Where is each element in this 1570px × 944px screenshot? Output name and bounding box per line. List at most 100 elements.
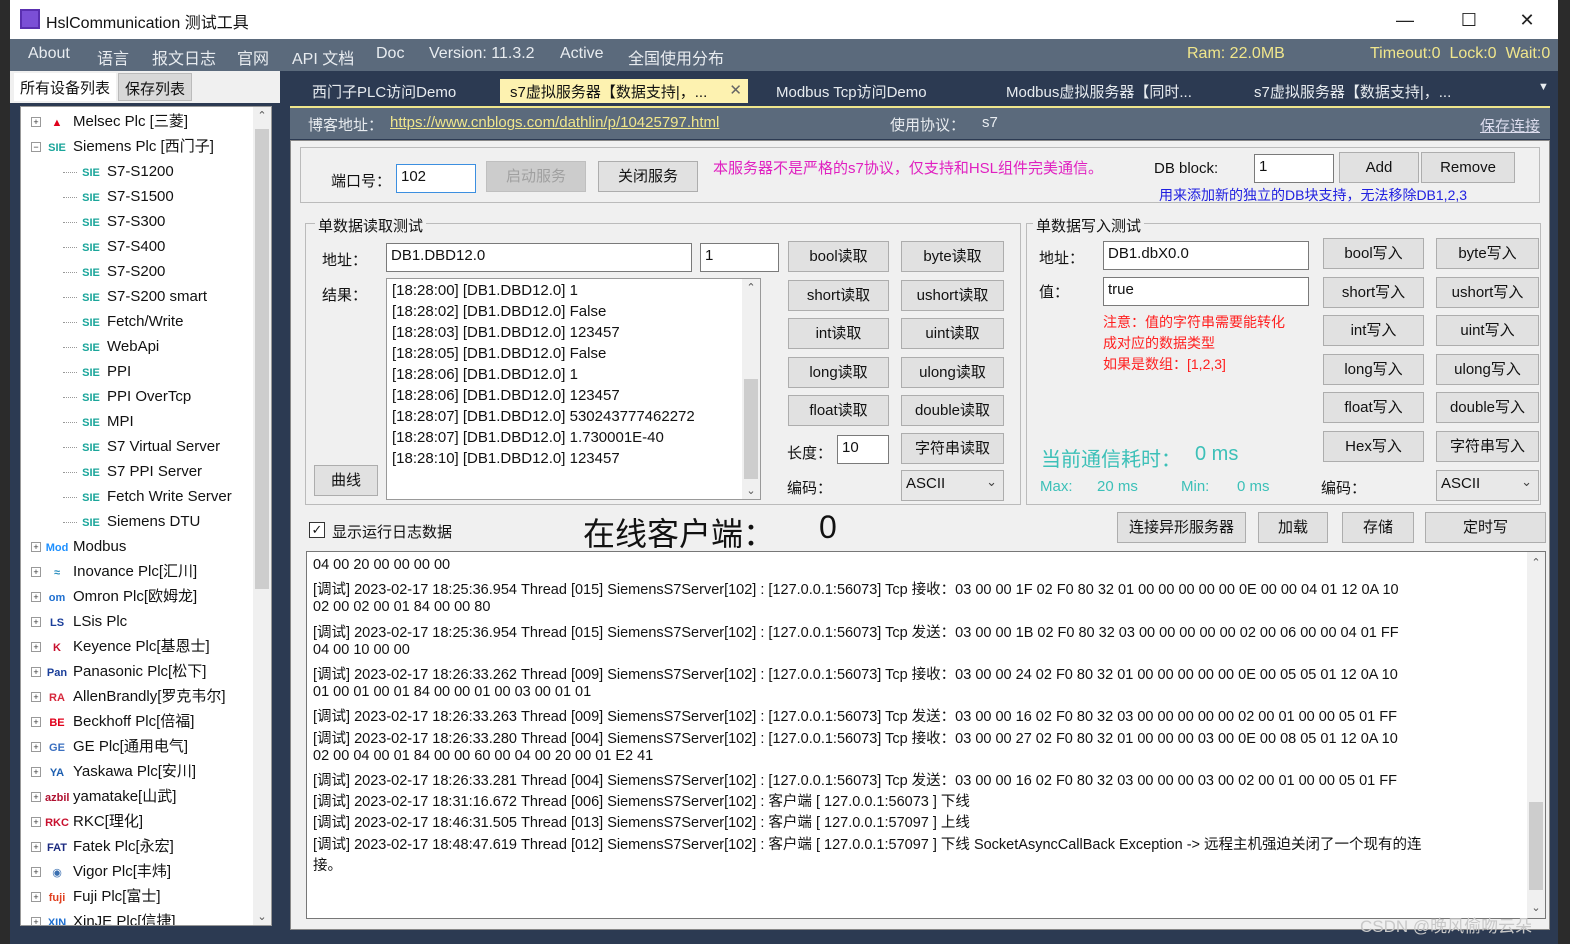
expand-toggle-icon[interactable]: + bbox=[31, 742, 41, 753]
tree-item[interactable]: − SIE Siemens Plc [西门子] bbox=[31, 136, 214, 158]
tree-item[interactable]: + ▲ Melsec Plc [三菱] bbox=[31, 111, 188, 133]
tree-item[interactable]: SIE Fetch/Write bbox=[63, 311, 183, 333]
close-button[interactable]: ✕ bbox=[1504, 6, 1550, 34]
start-service-button[interactable]: 启动服务 bbox=[486, 161, 586, 192]
length-input[interactable]: 10 bbox=[837, 435, 889, 464]
connect-alien-server-button[interactable]: 连接异形服务器 bbox=[1117, 512, 1246, 543]
menu-website[interactable]: 官网 bbox=[237, 45, 269, 69]
log-scrollbar[interactable]: ⌃ ⌄ bbox=[1527, 552, 1545, 918]
blog-link[interactable]: https://www.cnblogs.com/dathlin/p/104257… bbox=[390, 114, 719, 131]
expand-toggle-icon[interactable]: + bbox=[31, 717, 41, 728]
remove-db-button[interactable]: Remove bbox=[1421, 152, 1515, 183]
write-button[interactable]: long写入 bbox=[1323, 353, 1424, 385]
expand-toggle-icon[interactable]: + bbox=[31, 617, 41, 628]
write-button[interactable]: uint写入 bbox=[1436, 315, 1539, 347]
write-button[interactable]: int写入 bbox=[1323, 315, 1424, 347]
tab-close-icon[interactable]: ✕ bbox=[729, 81, 742, 99]
read-int-button[interactable]: int读取 bbox=[788, 318, 889, 350]
read-address-input[interactable]: DB1.DBD12.0 bbox=[386, 243, 692, 272]
expand-toggle-icon[interactable]: + bbox=[31, 792, 41, 803]
tree-item[interactable]: SIE S7-S200 bbox=[63, 261, 165, 283]
read-float-button[interactable]: float读取 bbox=[788, 395, 889, 427]
tree-item[interactable]: SIE S7 PPI Server bbox=[63, 461, 202, 483]
write-value-input[interactable]: true bbox=[1103, 277, 1309, 306]
read-count-input[interactable]: 1 bbox=[700, 243, 779, 272]
tab-s7-virtual-server-active[interactable]: s7虚拟服务器【数据支持|，... ✕ bbox=[500, 79, 748, 103]
menu-language[interactable]: 语言 bbox=[97, 45, 129, 69]
menu-version[interactable]: Version: 11.3.2 bbox=[429, 45, 535, 63]
expand-toggle-icon[interactable]: + bbox=[31, 692, 41, 703]
tree-item[interactable]: + Mod Modbus bbox=[31, 536, 126, 558]
tab-s7-virtual-server-2[interactable]: s7虚拟服务器【数据支持|，... bbox=[1244, 79, 1461, 103]
tree-item[interactable]: + RKC RKC[理化] bbox=[31, 811, 143, 833]
write-encoding-select[interactable]: ASCII ⌄ bbox=[1436, 470, 1539, 501]
tree-item[interactable]: + K Keyence Plc[基恩士] bbox=[31, 636, 210, 658]
tree-item[interactable]: SIE MPI bbox=[63, 411, 134, 433]
tree-item[interactable]: + azbil yamatake[山武] bbox=[31, 786, 176, 808]
read-ushort-button[interactable]: ushort读取 bbox=[901, 279, 1004, 311]
tree-item[interactable]: SIE S7-S1200 bbox=[63, 161, 174, 183]
tree-item[interactable]: SIE S7 Virtual Server bbox=[63, 436, 220, 458]
string-read-button[interactable]: 字符串读取 bbox=[901, 433, 1004, 464]
menu-doc[interactable]: Doc bbox=[376, 45, 404, 63]
expand-toggle-icon[interactable]: + bbox=[31, 817, 41, 828]
tree-item[interactable]: + FAT Fatek Plc[永宏] bbox=[31, 836, 174, 858]
read-double-button[interactable]: double读取 bbox=[901, 395, 1004, 427]
tree-item[interactable]: + om Omron Plc[欧姆龙] bbox=[31, 586, 197, 608]
save-button[interactable]: 存储 bbox=[1342, 512, 1414, 543]
expand-toggle-icon[interactable]: + bbox=[31, 567, 41, 578]
expand-toggle-icon[interactable]: + bbox=[31, 642, 41, 653]
tree-item[interactable]: SIE S7-S1500 bbox=[63, 186, 174, 208]
tab-modbus-tcp-demo[interactable]: Modbus Tcp访问Demo bbox=[766, 79, 937, 103]
tab-all-devices[interactable]: 所有设备列表 bbox=[14, 73, 117, 101]
tree-item[interactable]: + BE Beckhoff Plc[倍福] bbox=[31, 711, 194, 733]
write-button[interactable]: float写入 bbox=[1323, 392, 1424, 424]
expand-toggle-icon[interactable]: + bbox=[31, 917, 41, 925]
tree-item[interactable]: + ◉ Vigor Plc[丰炜] bbox=[31, 861, 171, 883]
read-long-button[interactable]: long读取 bbox=[788, 356, 889, 388]
read-byte-button[interactable]: byte读取 bbox=[901, 241, 1004, 272]
tree-item[interactable]: + LS LSis Plc bbox=[31, 611, 127, 633]
tree-item[interactable]: SIE PPI OverTcp bbox=[63, 386, 191, 408]
expand-toggle-icon[interactable]: + bbox=[31, 842, 41, 853]
curve-button[interactable]: 曲线 bbox=[314, 465, 378, 496]
read-ulong-button[interactable]: ulong读取 bbox=[901, 356, 1004, 388]
read-uint-button[interactable]: uint读取 bbox=[901, 318, 1004, 350]
write-address-input[interactable]: DB1.dbX0.0 bbox=[1103, 241, 1309, 270]
tree-item[interactable]: SIE S7-S300 bbox=[63, 211, 165, 233]
log-textbox[interactable]: 04 00 20 00 00 00 00 [调试] 2023-02-17 18:2… bbox=[306, 551, 1546, 919]
minimize-button[interactable]: — bbox=[1382, 6, 1428, 34]
scroll-thumb[interactable] bbox=[744, 379, 758, 479]
show-log-checkbox[interactable]: ✓ bbox=[309, 522, 325, 538]
write-button[interactable]: 字符串写入 bbox=[1436, 431, 1539, 462]
tree-item[interactable]: + XIN XinJE Plc[信捷] bbox=[31, 911, 176, 925]
expand-toggle-icon[interactable]: + bbox=[31, 592, 41, 603]
tree-item[interactable]: + RA AllenBrandly[罗克韦尔] bbox=[31, 686, 226, 708]
write-button[interactable]: double写入 bbox=[1436, 392, 1539, 424]
tree-scrollbar[interactable]: ⌃ ⌄ bbox=[253, 107, 271, 925]
menu-message-log[interactable]: 报文日志 bbox=[152, 45, 216, 69]
tab-saved-list[interactable]: 保存列表 bbox=[118, 73, 193, 101]
scroll-up-icon[interactable]: ⌃ bbox=[1527, 556, 1545, 569]
tab-siemens-plc-demo[interactable]: 西门子PLC访问Demo bbox=[302, 79, 466, 103]
expand-toggle-icon[interactable]: + bbox=[31, 117, 41, 128]
expand-toggle-icon[interactable]: + bbox=[31, 892, 41, 903]
tree-item[interactable]: SIE PPI bbox=[63, 361, 131, 383]
scroll-up-icon[interactable]: ⌃ bbox=[742, 281, 760, 294]
tab-modbus-virtual-server[interactable]: Modbus虚拟服务器【同时... bbox=[996, 79, 1202, 103]
expand-toggle-icon[interactable]: + bbox=[31, 667, 41, 678]
expand-toggle-icon[interactable]: + bbox=[31, 767, 41, 778]
maximize-button[interactable]: ☐ bbox=[1446, 6, 1492, 34]
tree-item[interactable]: SIE WebApi bbox=[63, 336, 159, 358]
tree-item[interactable]: SIE S7-S400 bbox=[63, 236, 165, 258]
tree-item[interactable]: + fuji Fuji Plc[富士] bbox=[31, 886, 161, 908]
db-block-input[interactable]: 1 bbox=[1254, 154, 1334, 183]
tree-item[interactable]: + Pan Panasonic Plc[松下] bbox=[31, 661, 206, 683]
tree-item[interactable]: + YA Yaskawa Plc[安川] bbox=[31, 761, 196, 783]
read-short-button[interactable]: short读取 bbox=[788, 279, 889, 311]
tree-item[interactable]: + GE GE Plc[通用电气] bbox=[31, 736, 188, 758]
scroll-down-icon[interactable]: ⌄ bbox=[742, 484, 760, 497]
port-input[interactable]: 102 bbox=[396, 164, 476, 193]
read-bool-button[interactable]: bool读取 bbox=[788, 241, 889, 272]
menu-usage-map[interactable]: 全国使用分布 bbox=[628, 45, 724, 69]
